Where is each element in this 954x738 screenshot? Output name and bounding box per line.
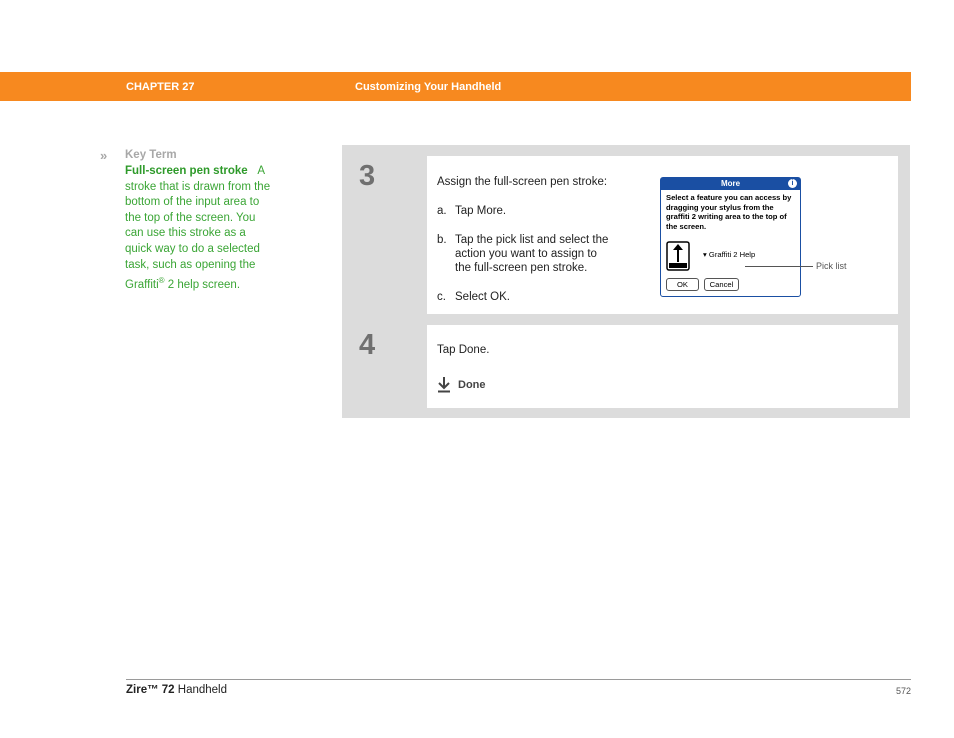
chapter-header: CHAPTER 27 Customizing Your Handheld <box>0 72 911 101</box>
palm-more-dialog: More i Select a feature you can access b… <box>660 177 801 297</box>
done-arrow-icon <box>438 377 450 393</box>
done-label: Done <box>458 379 486 391</box>
product-suffix: Handheld <box>174 684 228 696</box>
info-icon: i <box>788 179 797 188</box>
substep-b-line2: action you want to assign to <box>455 248 597 260</box>
step-intro: Assign the full-screen pen stroke: <box>437 176 608 188</box>
substep-c-marker: c. <box>437 291 446 303</box>
dialog-title: More <box>661 178 800 190</box>
substep-b-marker: b. <box>437 234 447 246</box>
substep-a-marker: a. <box>437 205 447 217</box>
cancel-button[interactable]: Cancel <box>704 278 739 291</box>
substep-b-line1: Tap the pick list and select the <box>455 234 609 246</box>
footer-divider <box>126 679 911 680</box>
page-number: 572 <box>895 686 911 696</box>
substep-b-line3: the full-screen pen stroke. <box>455 262 588 274</box>
step-number: 3 <box>359 160 376 192</box>
step-number: 4 <box>359 329 376 361</box>
key-term-definition: Full-screen pen stroke A stroke that is … <box>125 164 275 294</box>
pick-list-callout: Pick list <box>816 261 847 271</box>
key-term-heading: Key Term <box>125 149 177 161</box>
dialog-message: Select a feature you can access by dragg… <box>666 193 792 231</box>
substep-c: Select OK. <box>455 291 510 303</box>
step-number-cell: 3 <box>353 156 427 314</box>
step-4: 4 <box>353 325 898 408</box>
product-name: Zire™ 72 <box>126 684 175 696</box>
definition-text: A stroke that is drawn from the bottom o… <box>125 165 271 291</box>
ok-button[interactable]: OK <box>666 278 699 291</box>
pick-list-value: Graffiti 2 Help <box>708 250 756 259</box>
callout-line <box>745 266 813 267</box>
step-3: 3 <box>353 156 898 314</box>
step-number-cell: 4 <box>353 325 427 408</box>
graffiti-stroke-icon <box>666 241 690 271</box>
chevron-icon: » <box>100 148 107 163</box>
chapter-title: Customizing Your Handheld <box>355 81 502 93</box>
footer-product: Zire™ 72 Handheld <box>126 684 227 696</box>
definition-text-end: 2 help screen. <box>164 278 241 291</box>
chapter-number: CHAPTER 27 <box>126 81 195 93</box>
pick-list[interactable]: ▾ Graffiti 2 Help <box>703 250 755 259</box>
substep-a: Tap More. <box>455 205 507 217</box>
key-term-name: Full-screen pen stroke <box>125 165 248 177</box>
step-4-text: Tap Done. <box>437 344 490 356</box>
